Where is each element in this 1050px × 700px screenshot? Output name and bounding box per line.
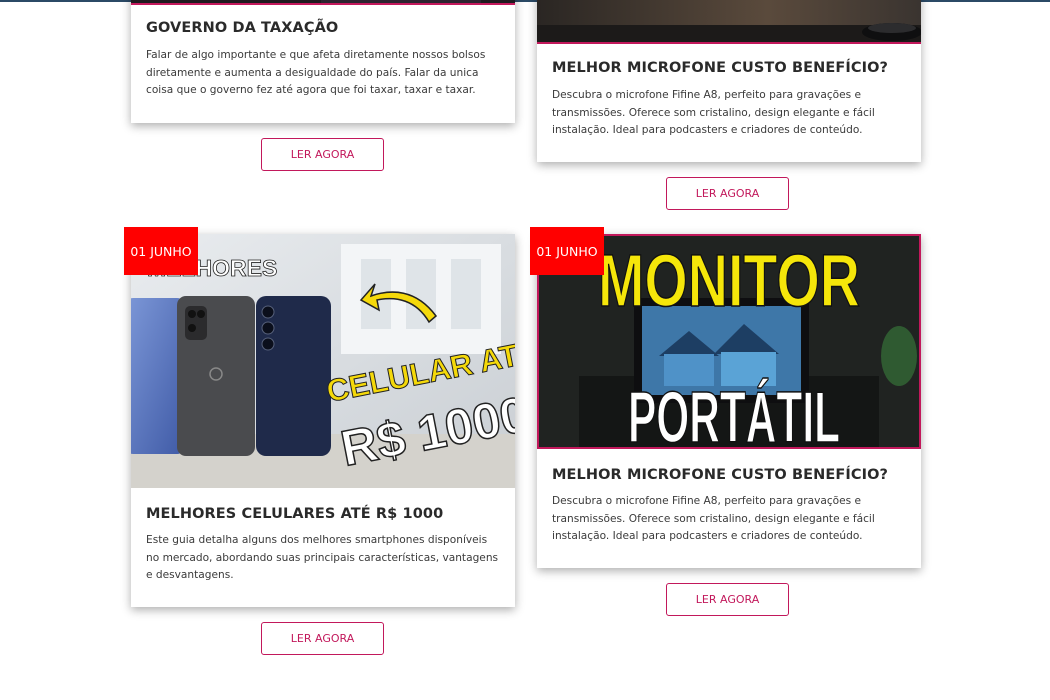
post-description: Este guia detalha alguns dos melhores sm… xyxy=(146,534,499,581)
post-card-taxacao: GOVERNO DA TAXAÇÃO Falar de algo importa… xyxy=(131,0,515,123)
date-badge: 01 JUNHO xyxy=(530,227,604,275)
read-now-button[interactable]: LER AGORA xyxy=(666,583,789,616)
read-now-button[interactable]: LER AGORA xyxy=(666,177,789,210)
post-description: Falar de algo importante e que afeta dir… xyxy=(146,49,486,96)
read-now-button[interactable]: LER AGORA xyxy=(261,622,384,655)
dark-thumbnail-image xyxy=(131,0,515,3)
post-title[interactable]: MELHOR MICROFONE CUSTO BENEFÍCIO? xyxy=(552,60,909,76)
read-now-button[interactable]: LER AGORA xyxy=(261,138,384,171)
post-title[interactable]: MELHORES CELULARES ATÉ R$ 1000 xyxy=(146,506,503,522)
post-card-celulares: MELHORES CELULAR ATÉ R$ 1000 MELHORES CE… xyxy=(131,234,515,607)
date-badge: 01 JUNHO xyxy=(124,227,198,275)
post-card-microfone: MELHOR MICROFONE CUSTO BENEFÍCIO? Descub… xyxy=(537,0,921,162)
post-description: Descubra o microfone Fifine A8, perfeito… xyxy=(552,89,875,136)
thumbnail-text: PORTÁTIL xyxy=(628,378,840,447)
post-card-monitor: MONITOR PORTÁTIL MELHOR MICROFONE CUSTO … xyxy=(537,234,921,568)
post-thumbnail[interactable] xyxy=(537,0,921,44)
post-thumbnail[interactable] xyxy=(131,0,515,5)
thumbnail-text: MONITOR xyxy=(598,239,860,322)
post-title[interactable]: MELHOR MICROFONE CUSTO BENEFÍCIO? xyxy=(552,467,909,483)
post-title[interactable]: GOVERNO DA TAXAÇÃO xyxy=(146,20,503,36)
microphone-desk-image xyxy=(537,0,921,42)
post-description: Descubra o microfone Fifine A8, perfeito… xyxy=(552,495,875,542)
